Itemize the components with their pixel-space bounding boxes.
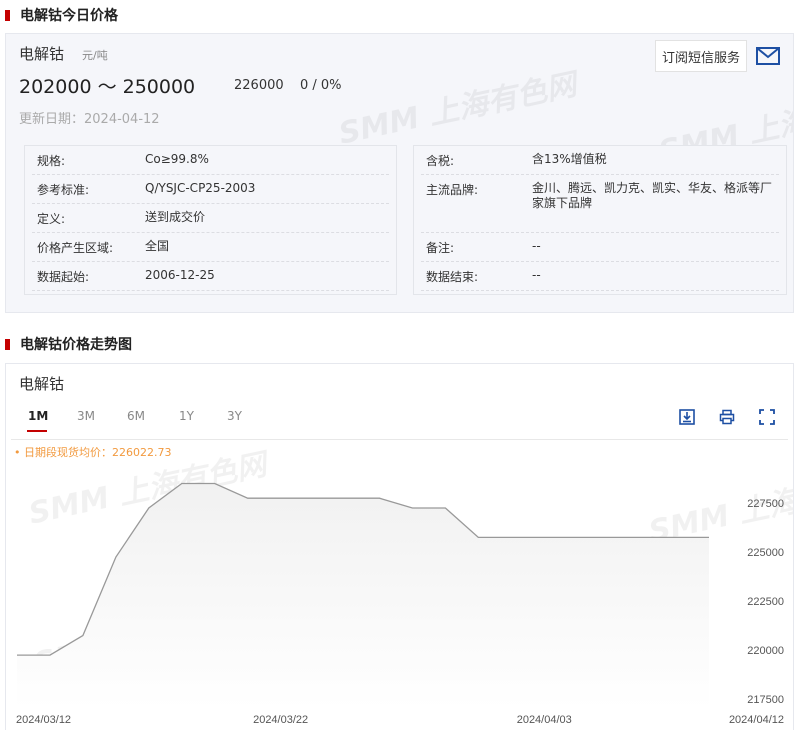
spec-key: 含税: [426,154,455,168]
x-tick-label: 2024/03/12 [16,714,71,726]
spec-key: 定义: [37,212,66,226]
price-average: 226000 [234,78,284,93]
spec-table-right: 含税: 含13%增值税主流品牌: 金川、腾远、凯力克、凯实、华友、格派等厂家旗下品牌… [413,145,787,295]
spec-value: 含13%增值税 [532,152,607,166]
spec-row: 备注: -- [421,233,779,262]
spec-value: Q/YSJC-CP25-2003 [145,181,256,195]
spec-key: 数据起始: [37,270,90,284]
subscribe-sms-button[interactable]: 订阅短信服务 [655,40,748,72]
y-tick-label: 227500 [747,498,784,510]
price-range: 202000 ～ 250000 [19,76,196,98]
x-tick-label: 2024/04/12 [729,714,784,726]
price-area [17,483,709,709]
section-title: 电解钴今日价格 [20,8,118,24]
spec-row: 参考标准: Q/YSJC-CP25-2003 [32,175,389,204]
section-header-price-trend: 电解钴价格走势图 [5,334,132,354]
spec-key: 备注: [426,241,455,255]
section-marker [5,338,10,350]
y-tick-label: 222500 [747,596,784,608]
spec-value: 全国 [145,239,170,253]
spec-value: Co≥99.8% [145,152,209,166]
spec-key: 数据结束: [426,270,479,284]
section-title: 电解钴价格走势图 [20,337,132,353]
spec-row: 定义: 送到成交价 [32,204,389,233]
x-tick-label: 2024/04/03 [517,714,572,726]
spec-row: 数据起始: 2006-12-25 [32,262,389,291]
spec-value: 送到成交价 [145,210,206,224]
mail-icon[interactable] [755,45,781,67]
price-chart[interactable]: 217500 220000 222500 225000 227500 2024/03/12… [6,364,794,730]
y-tick-label: 225000 [747,547,784,559]
spec-key: 规格: [37,154,66,168]
spec-row: 主流品牌: 金川、腾远、凯力克、凯实、华友、格派等厂家旗下品牌 [421,175,779,233]
product-unit: 元/吨 [82,49,108,62]
chart-panel: 电解钴 1M 3M 6M 1Y 3Y • 日期段现货均价：226022.73 S… [5,363,794,730]
section-header-today-price: 电解钴今日价格 [5,5,118,25]
section-marker [5,9,10,21]
y-tick-label: 217500 [747,694,784,706]
spec-row: 规格: Co≥99.8% [32,146,389,175]
watermark: SMM 上海有色网 [335,67,580,152]
spec-table-left: 规格: Co≥99.8% 参考标准: Q/YSJC-CP25-2003 定义: 送到成交价… [24,145,397,295]
spec-value: -- [532,239,541,253]
spec-key: 参考标准: [37,183,90,197]
y-tick-label: 220000 [747,645,784,657]
price-change: 0 / 0% [300,78,342,93]
x-tick-label: 2024/03/22 [253,714,308,726]
spec-key: 主流品牌: [426,183,479,197]
spec-row: 含税: 含13%增值税 [421,146,779,175]
spec-key: 价格产生区域: [37,241,114,255]
spec-value: 金川、腾远、凯力克、凯实、华友、格派等厂家旗下品牌 [532,181,773,210]
spec-row: 数据结束: -- [421,262,779,291]
spec-row: 价格产生区域: 全国 [32,233,389,262]
spec-value: 2006-12-25 [145,268,215,282]
spec-value: -- [532,268,541,282]
update-date: 更新日期：2024-04-12 [19,112,160,127]
price-panel: SMM 上海有色网 SMM 上海有色网 电解钴 元/吨 202000 ～ 250… [5,33,794,313]
product-name: 电解钴 [19,45,65,63]
